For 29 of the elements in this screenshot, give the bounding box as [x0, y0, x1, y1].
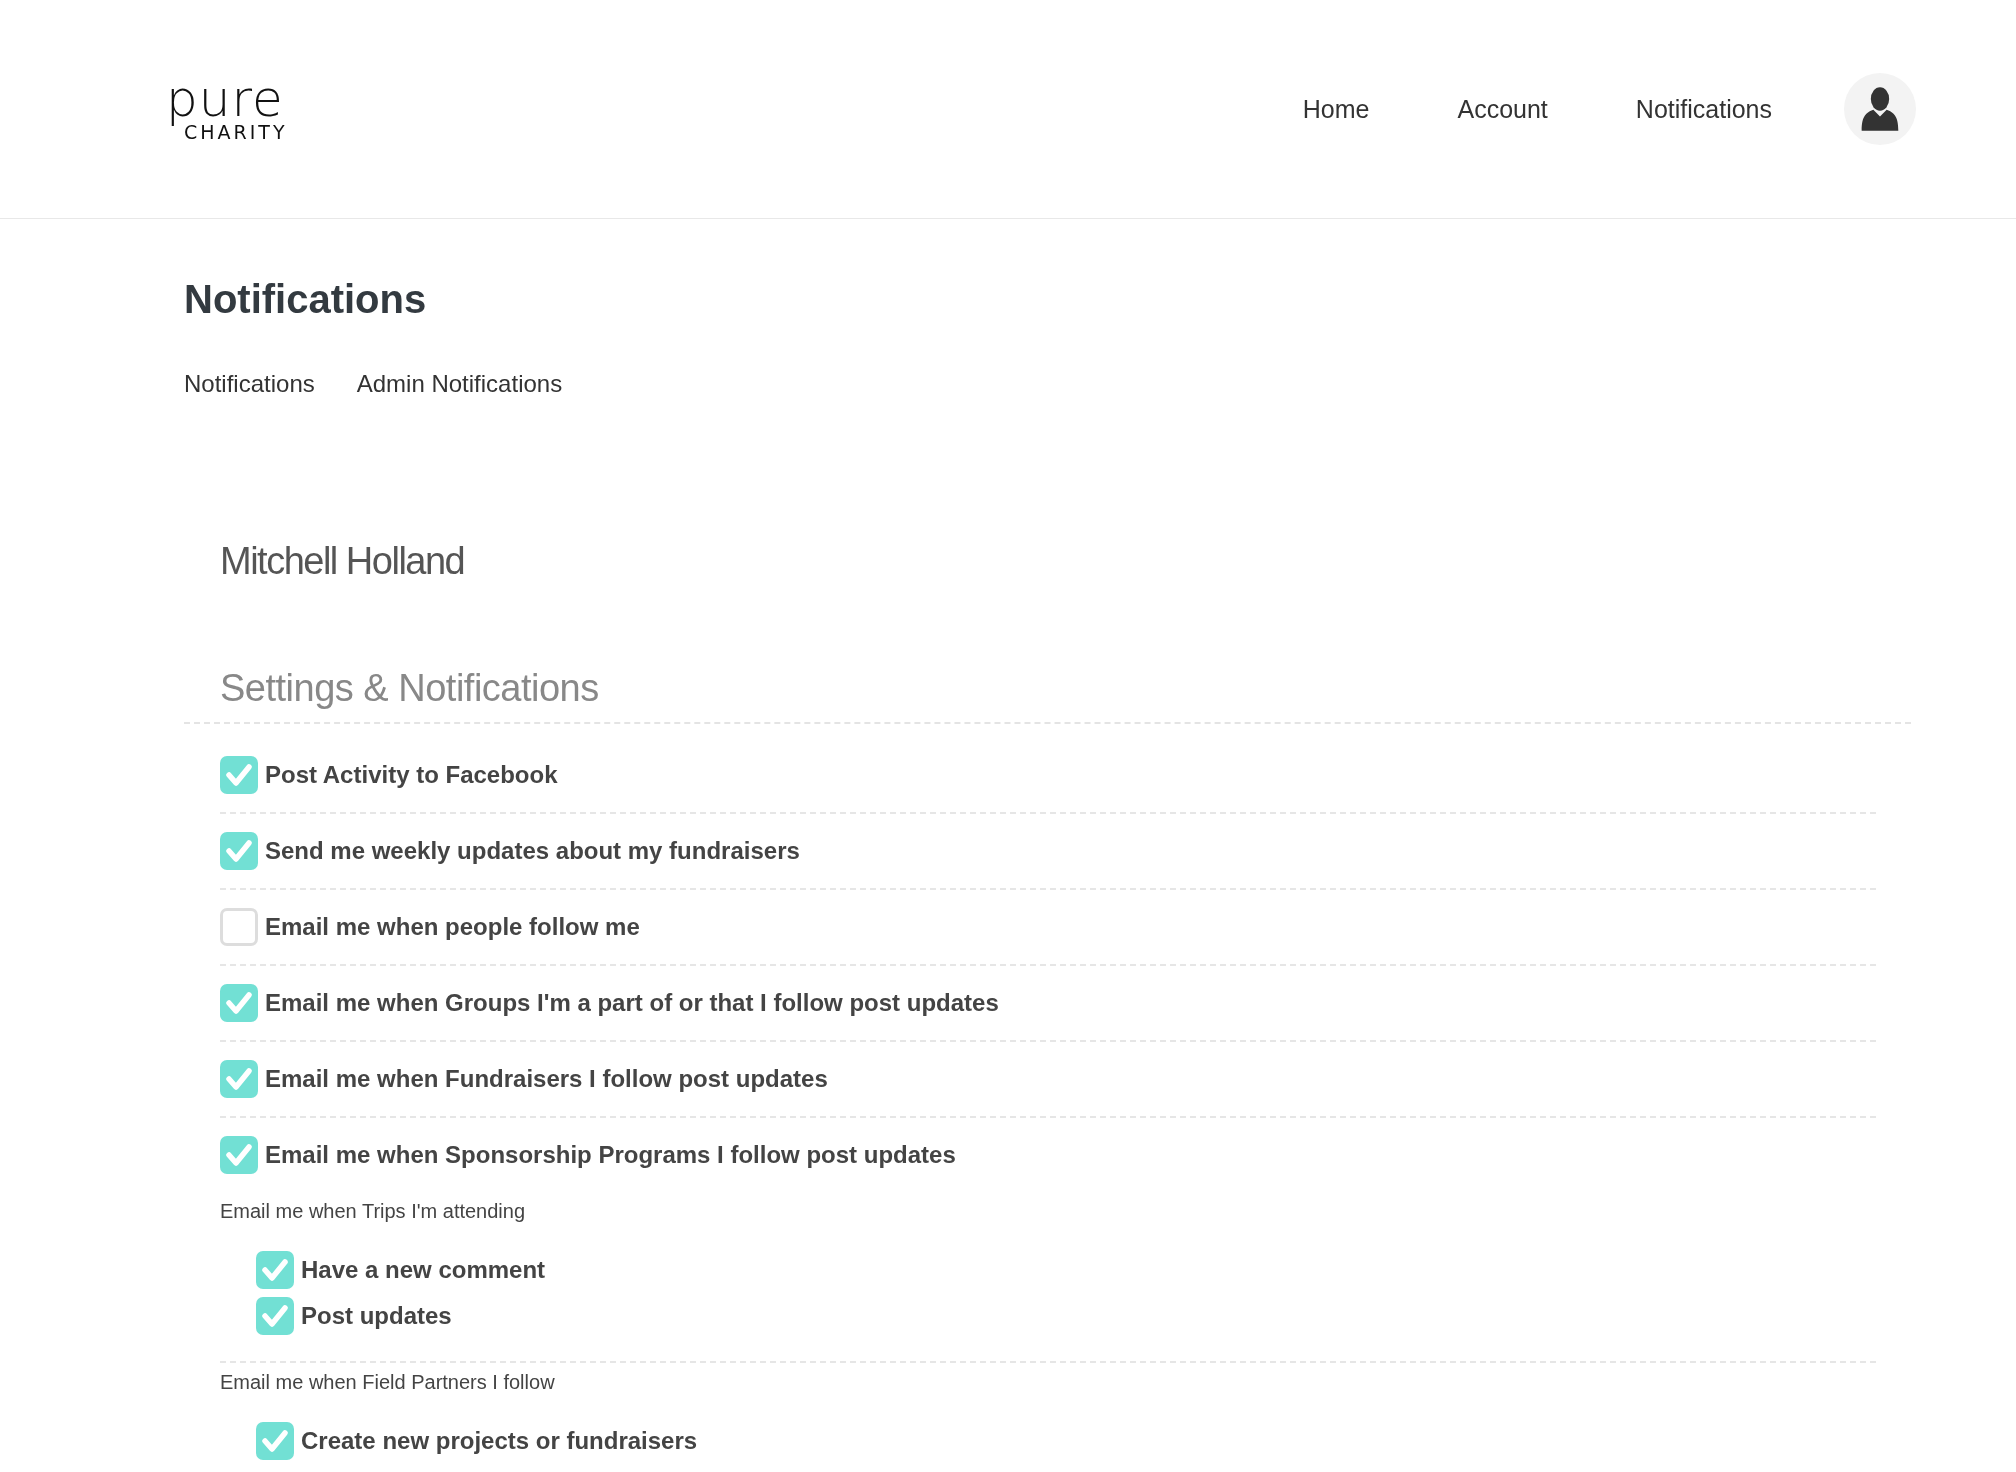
- checkbox[interactable]: [256, 1422, 294, 1460]
- checkbox[interactable]: [220, 908, 258, 946]
- checkbox-label[interactable]: Have a new comment: [301, 1256, 546, 1284]
- checkbox-label[interactable]: Send me weekly updates about my fundraisers: [265, 837, 800, 865]
- checkbox[interactable]: [256, 1297, 294, 1335]
- checkbox-label[interactable]: Create new projects or fundraisers: [301, 1427, 698, 1455]
- checkbox[interactable]: [220, 1136, 258, 1174]
- nav-link[interactable]: Notifications: [1635, 94, 1772, 124]
- checkbox-label[interactable]: Post Activity to Facebook: [265, 761, 558, 789]
- group-label: Email me when Field Partners I follow: [220, 1371, 556, 1394]
- checkbox[interactable]: [220, 984, 258, 1022]
- checkbox[interactable]: [220, 832, 258, 870]
- checkbox[interactable]: [220, 756, 258, 794]
- profile-name: Mitchell Holland: [220, 540, 466, 583]
- checkbox-label[interactable]: Email me when people follow me: [265, 913, 640, 941]
- page-title: Notifications: [184, 277, 428, 322]
- tab-link[interactable]: Notifications: [184, 370, 315, 398]
- checkbox-label[interactable]: Email me when Fundraisers I follow post updates: [265, 1065, 828, 1093]
- nav-link[interactable]: Home: [1302, 94, 1370, 124]
- logo-tagline: CHARITY: [184, 121, 288, 143]
- checkbox[interactable]: [220, 1060, 258, 1098]
- checkbox[interactable]: [256, 1251, 294, 1289]
- tab-link[interactable]: Admin Notifications: [356, 370, 563, 398]
- nav-link[interactable]: Account: [1457, 94, 1548, 124]
- checkbox-label[interactable]: Post updates: [301, 1302, 452, 1330]
- group-label: Email me when Trips I'm attending: [220, 1200, 527, 1223]
- checkbox-label[interactable]: Email me when Groups I'm a part of or that I follow post updates: [265, 989, 999, 1017]
- section-title: Settings & Notifications: [184, 667, 1911, 724]
- checkbox-label[interactable]: Email me when Sponsorship Programs I follow post updates: [265, 1141, 956, 1169]
